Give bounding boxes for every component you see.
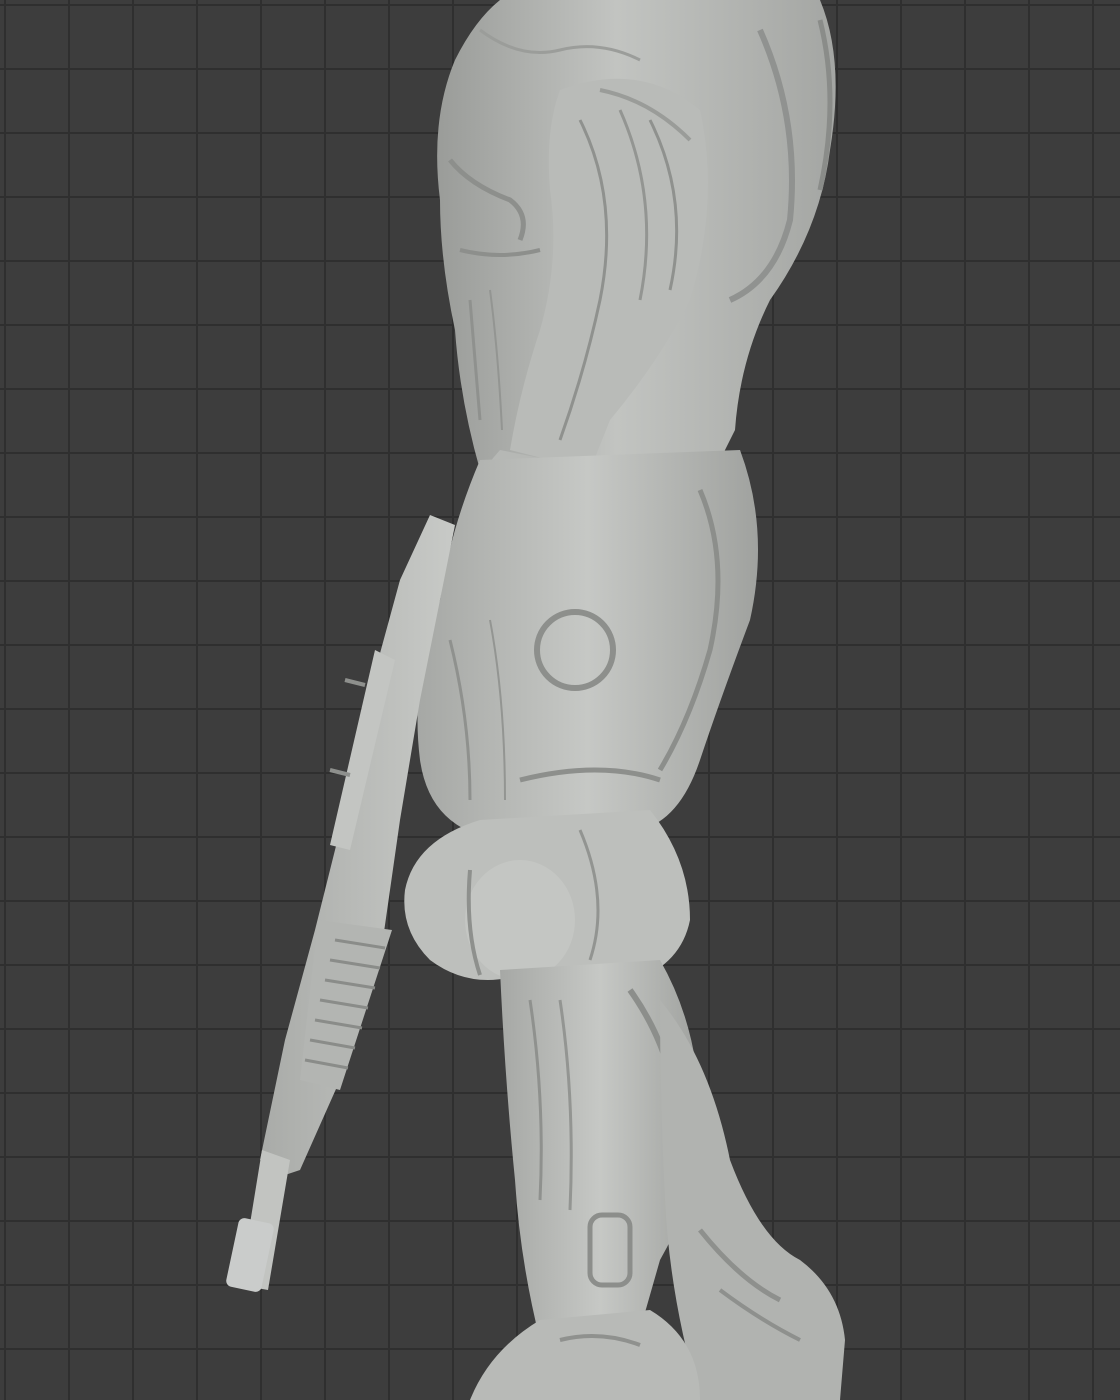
3d-viewport[interactable] bbox=[0, 0, 1120, 1400]
boot bbox=[470, 1310, 700, 1400]
sculpt-model[interactable] bbox=[0, 0, 1120, 1400]
knee bbox=[404, 810, 690, 987]
back-leg bbox=[660, 1000, 845, 1400]
thigh bbox=[417, 450, 758, 840]
